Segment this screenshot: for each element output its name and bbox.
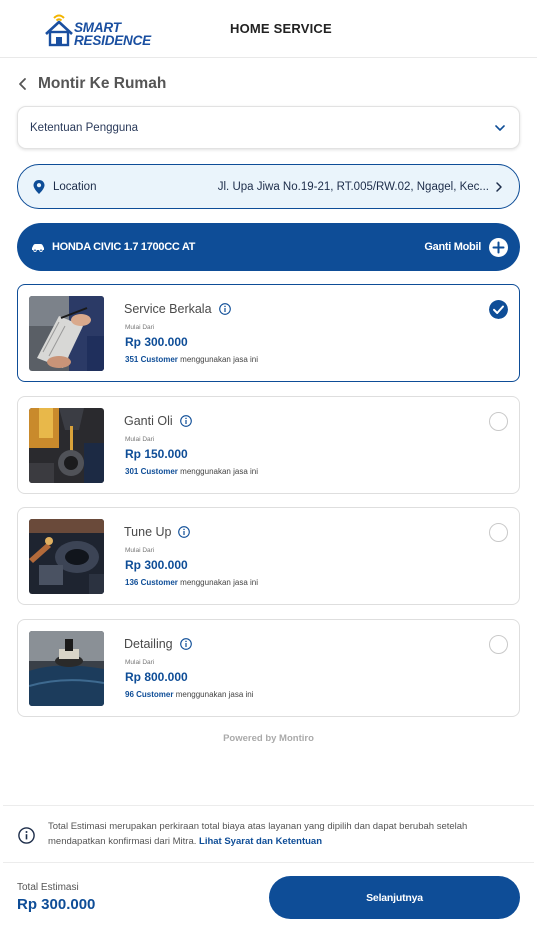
header-title: HOME SERVICE xyxy=(230,21,332,36)
service-card-tune-up[interactable]: Tune Up Mulai Dari Rp 300.000 136 Custom… xyxy=(17,507,520,605)
total-estimate-label: Total Estimasi xyxy=(17,882,79,893)
usage-suffix: menggunakan jasa ini xyxy=(180,467,258,476)
location-pin-icon xyxy=(33,179,45,194)
info-icon[interactable] xyxy=(218,303,231,315)
usage-suffix: menggunakan jasa ini xyxy=(180,355,258,364)
chevron-down-icon xyxy=(495,124,505,131)
change-car-button[interactable]: Ganti Mobil xyxy=(424,241,481,253)
info-icon[interactable] xyxy=(178,526,191,538)
page-title: Montir Ke Rumah xyxy=(38,75,167,92)
location-label: Location xyxy=(53,180,97,193)
service-card-service-berkala[interactable]: Service Berkala Mulai Dari Rp 300.000 35… xyxy=(17,284,520,382)
back-nav[interactable]: Montir Ke Rumah xyxy=(16,74,166,94)
service-name: Service Berkala xyxy=(124,302,212,316)
radio-unselected[interactable] xyxy=(489,635,508,654)
car-icon xyxy=(32,244,44,252)
house-wifi-logo-icon xyxy=(45,14,73,47)
oil-pouring-photo xyxy=(29,408,104,483)
usage-suffix: menggunakan jasa ini xyxy=(175,690,254,699)
chevron-left-icon[interactable] xyxy=(16,77,30,91)
service-price: Rp 800.000 xyxy=(125,670,188,684)
main-content: Montir Ke Rumah Ketentuan Pengguna Locat… xyxy=(0,58,537,800)
usage-text: 351 Customer menggunakan jasa ini xyxy=(125,355,258,364)
info-icon xyxy=(18,827,35,844)
terms-link[interactable]: Lihat Syarat dan Ketentuan xyxy=(199,836,322,847)
usage-suffix: menggunakan jasa ini xyxy=(180,578,258,587)
location-address: Jl. Upa Jiwa No.19-21, RT.005/RW.02, Nga… xyxy=(217,180,489,193)
price-from-label: Mulai Dari xyxy=(125,324,155,331)
engine-bay-photo xyxy=(29,519,104,594)
service-card-ganti-oli[interactable]: Ganti Oli Mulai Dari Rp 150.000 301 Cust… xyxy=(17,396,520,494)
smart-residence-logo[interactable]: SMART RESIDENCE xyxy=(44,12,154,48)
brand-line-2: RESIDENCE xyxy=(74,33,151,48)
price-from-label: Mulai Dari xyxy=(125,547,155,554)
price-from-label: Mulai Dari xyxy=(125,436,155,443)
total-estimate-value: Rp 300.000 xyxy=(17,896,96,913)
service-name: Detailing xyxy=(124,637,173,651)
mechanic-clipboard-photo xyxy=(29,296,104,371)
usage-text: 301 Customer menggunakan jasa ini xyxy=(125,467,258,476)
estimate-notice: Total Estimasi merupakan perkiraan total… xyxy=(3,805,534,861)
service-name: Ganti Oli xyxy=(124,414,173,428)
plus-circle-icon[interactable] xyxy=(489,237,508,257)
service-price: Rp 300.000 xyxy=(125,558,188,572)
info-icon[interactable] xyxy=(179,638,192,650)
service-price: Rp 150.000 xyxy=(125,447,188,461)
radio-unselected[interactable] xyxy=(489,523,508,542)
terms-dropdown[interactable]: Ketentuan Pengguna xyxy=(17,106,520,149)
customer-count: 351 Customer xyxy=(125,355,178,364)
service-price: Rp 300.000 xyxy=(125,335,188,349)
powered-by-label: Powered by Montiro xyxy=(223,733,314,744)
bottom-bar: Total Estimasi Rp 300.000 Selanjutnya xyxy=(3,862,534,930)
check-circle-icon[interactable] xyxy=(489,300,508,319)
next-button[interactable]: Selanjutnya xyxy=(269,876,520,919)
chevron-right-icon xyxy=(496,181,502,192)
location-selector[interactable]: Location Jl. Upa Jiwa No.19-21, RT.005/R… xyxy=(17,164,520,209)
service-name: Tune Up xyxy=(124,525,172,539)
service-card-detailing[interactable]: Detailing Mulai Dari Rp 800.000 96 Custo… xyxy=(17,619,520,717)
customer-count: 96 Customer xyxy=(125,690,174,699)
car-polishing-photo xyxy=(29,631,104,706)
vehicle-name: HONDA CIVIC 1.7 1700CC AT xyxy=(52,241,196,253)
vehicle-bar: HONDA CIVIC 1.7 1700CC AT Ganti Mobil xyxy=(17,223,520,271)
terms-dropdown-label: Ketentuan Pengguna xyxy=(30,121,139,134)
info-icon[interactable] xyxy=(179,415,192,427)
customer-count: 301 Customer xyxy=(125,467,178,476)
usage-text: 136 Customer menggunakan jasa ini xyxy=(125,578,258,587)
customer-count: 136 Customer xyxy=(125,578,178,587)
app-header: SMART RESIDENCE HOME SERVICE xyxy=(0,0,537,58)
usage-text: 96 Customer menggunakan jasa ini xyxy=(125,690,254,699)
radio-unselected[interactable] xyxy=(489,412,508,431)
price-from-label: Mulai Dari xyxy=(125,659,155,666)
